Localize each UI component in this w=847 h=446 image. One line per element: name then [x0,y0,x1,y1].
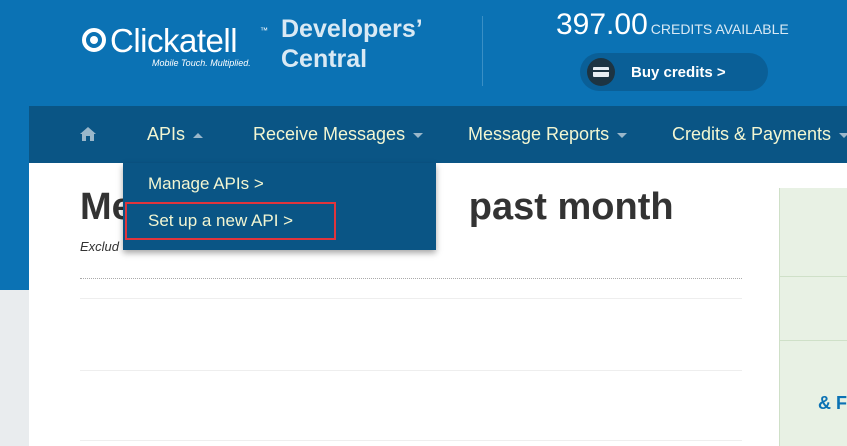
section-title: Developers’ Central [281,14,423,74]
section-title-line1: Developers’ [281,15,423,43]
logo-mark-icon [82,28,106,52]
highlight-box [125,202,336,240]
side-panel-divider [780,276,847,277]
nav-item-receive-messages-label: Receive Messages [253,124,406,144]
nav-item-message-reports[interactable]: Message Reports [468,106,628,163]
credits-label: CREDITS AVAILABLE [650,21,789,37]
credits-amount: 397.00 [556,8,648,41]
caret-up-icon [193,132,204,138]
page-subtitle: Exclud [80,239,120,254]
nav-item-receive-messages[interactable]: Receive Messages [253,106,424,163]
caret-down-icon [839,132,847,138]
logo-name: Clickatell [110,22,238,59]
caret-down-icon [617,132,628,138]
menu-item-manage-apis[interactable]: Manage APIs > [148,174,264,194]
nav-item-apis[interactable]: APIs [147,106,204,163]
logo-tagline: Mobile Touch. Multiplied. [152,58,251,68]
caret-down-icon [413,132,424,138]
home-icon[interactable] [79,126,97,142]
logo-trademark: ™ [260,26,268,35]
credits-available: 397.00 CREDITS AVAILABLE [556,8,789,42]
header-divider [482,16,483,86]
nav-item-credits-payments[interactable]: Credits & Payments [672,106,847,163]
divider [80,440,742,441]
nav-item-message-reports-label: Message Reports [468,124,610,144]
side-panel-text: & F [818,393,847,413]
nav-item-credits-payments-label: Credits & Payments [672,124,832,144]
divider [80,278,742,279]
divider [80,370,742,371]
side-panel-divider [780,340,847,341]
section-title-line2: Central [281,45,368,73]
page-title-right: past month [468,186,674,228]
main-nav: APIs Receive Messages Message Reports Cr… [29,106,847,163]
credit-card-icon [587,58,615,86]
nav-item-apis-label: APIs [147,124,186,144]
side-panel: & F [779,188,847,446]
apis-dropdown-menu: Manage APIs > Set up a new API > [123,163,436,250]
buy-credits-label: Buy credits > [631,63,726,81]
divider [80,298,742,299]
buy-credits-button[interactable]: Buy credits > [580,53,768,91]
